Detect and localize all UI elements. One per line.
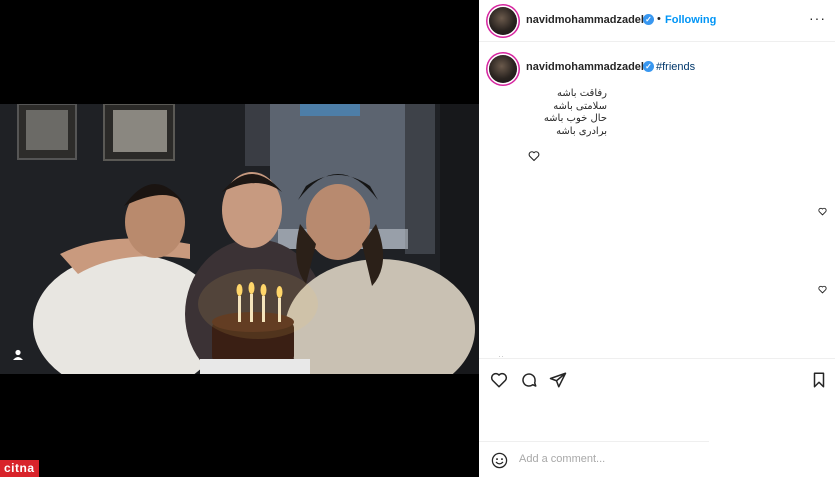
media-panel: citna [0,0,479,477]
more-options-icon[interactable]: ··· [809,10,826,26]
comment-box [479,441,709,477]
comment-input[interactable] [519,453,699,465]
comment-like-heart-icon[interactable] [818,285,827,294]
person-tag-icon[interactable] [11,348,25,362]
action-bar [479,358,835,400]
header-username[interactable]: navidmohammadzadeh [526,14,648,26]
following-button[interactable]: Following [665,14,716,26]
emoji-icon[interactable] [491,452,508,469]
avatar[interactable] [489,7,517,35]
separator-dot: • [657,13,661,25]
post-sidebar: navidmohammadzadeh ✓ • Following ··· nav… [479,0,835,477]
caption-line: حال خوب باشه [543,113,607,124]
caption-line: سلامتی باشه [553,100,607,112]
caption-text: رفاقت باشه سلامتی باشه حال خوب باشه براد… [527,88,607,138]
instagram-post-view: citna navidmohammadzadeh ✓ • Following ·… [0,0,835,477]
hashtag-link[interactable]: #friends [656,61,695,73]
post-photo[interactable] [0,104,479,374]
caption-line: برادری باشه [556,125,607,137]
verified-badge-icon: ✓ [643,14,654,25]
share-icon[interactable] [549,371,567,389]
site-watermark: citna [0,460,39,477]
verified-badge-icon: ✓ [643,61,654,72]
caption-line: رفاقت باشه [556,88,607,99]
post-header: navidmohammadzadeh ✓ • Following ··· [479,0,835,42]
comment-like-heart-icon[interactable] [818,207,827,216]
bookmark-icon[interactable] [810,371,828,389]
heart-icon[interactable] [490,371,508,389]
caption-like-heart-icon[interactable] [528,150,540,162]
caption-avatar[interactable] [489,55,517,83]
caption-username[interactable]: navidmohammadzadeh [526,61,648,73]
comment-icon[interactable] [520,371,538,389]
